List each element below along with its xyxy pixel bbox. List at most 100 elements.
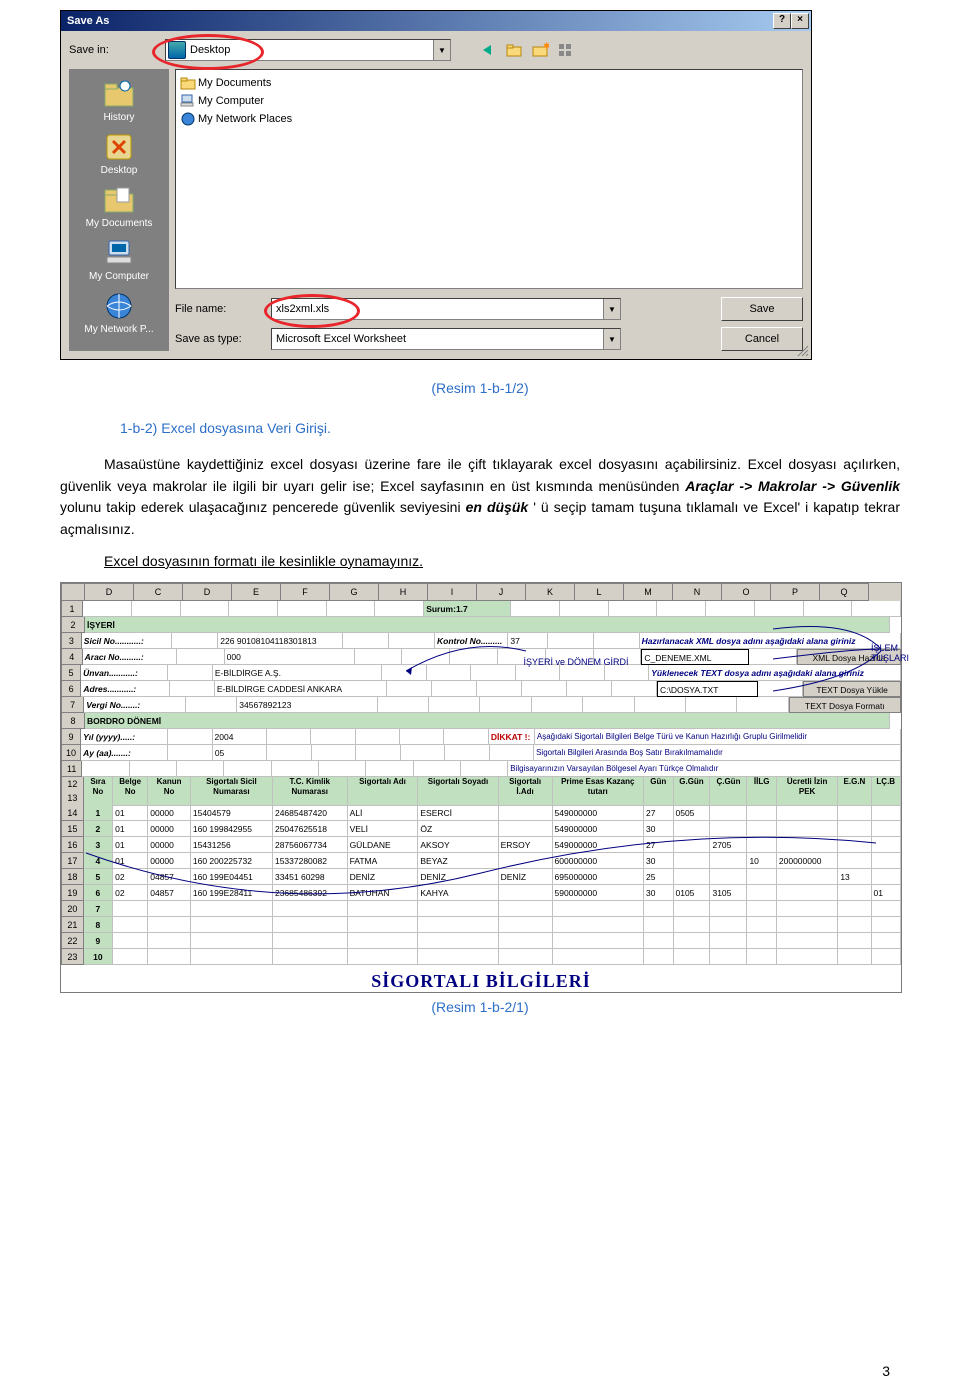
file-mydocs-label: My Documents — [198, 77, 271, 89]
col-header: D — [183, 583, 232, 601]
col-header: P — [771, 583, 820, 601]
col-header: C — [134, 583, 183, 601]
places-network-label: My Network P... — [84, 324, 153, 335]
col-header: I — [428, 583, 477, 601]
views-icon[interactable] — [557, 41, 575, 59]
col-header: L — [575, 583, 624, 601]
file-network[interactable]: My Network Places — [180, 110, 798, 128]
table-row: 4Aracı No.........:000C_DENEME.XMLXML Do… — [61, 649, 901, 665]
desktop-pad-icon — [103, 131, 135, 163]
table-row: 1Surum:1.7 — [61, 601, 901, 617]
table-row: 6Adres...........:E-BİLDİRGE CADDESİ ANK… — [61, 681, 901, 697]
col-header: H — [379, 583, 428, 601]
paragraph-1: Masaüstüne kaydettiğiniz excel dosyası ü… — [60, 454, 900, 541]
excel-footer-label: SİGORTALI BİLGİLERİ — [61, 971, 901, 992]
table-header-row: 1213Sıra NoBelge NoKanun NoSigortalı Sic… — [61, 777, 901, 805]
chevron-down-icon[interactable]: ▼ — [603, 299, 620, 319]
table-row: 5Ünvan...........:E-BİLDİRGE A.Ş.Yüklene… — [61, 665, 901, 681]
col-header: F — [281, 583, 330, 601]
titlebar: Save As ? × — [61, 11, 811, 31]
excel-col-headers: DCDEFGHIJKLMNOPQ — [61, 583, 901, 601]
file-network-label: My Network Places — [198, 113, 292, 125]
col-header: Q — [820, 583, 869, 601]
places-mydocs-label: My Documents — [86, 218, 153, 229]
col-header: N — [673, 583, 722, 601]
back-icon[interactable] — [479, 41, 497, 59]
paragraph-2: Excel dosyasının formatı ile kesinlikle … — [60, 551, 900, 573]
table-row: 7Vergi No.......:34567892123TEXT Dosya F… — [61, 697, 901, 713]
col-header: G — [330, 583, 379, 601]
figure-caption-2: (Resim 1-b-2/1) — [60, 999, 900, 1015]
save-in-value: Desktop — [190, 44, 230, 56]
file-name-value: xls2xml.xls — [276, 303, 329, 315]
col-header: E — [232, 583, 281, 601]
places-desktop[interactable]: Desktop — [69, 128, 169, 179]
page-number: 3 — [882, 1363, 890, 1379]
chevron-down-icon[interactable]: ▼ — [433, 40, 450, 60]
help-button[interactable]: ? — [773, 13, 791, 29]
col-header: O — [722, 583, 771, 601]
col-header: D — [85, 583, 134, 601]
col-header: K — [526, 583, 575, 601]
col-header — [61, 583, 85, 601]
places-desktop-label: Desktop — [101, 165, 138, 176]
save-in-label: Save in: — [69, 44, 157, 56]
excel-screenshot: DCDEFGHIJKLMNOPQ 1Surum:1.72İŞYERİ3Sicil… — [60, 582, 902, 993]
desktop-icon — [168, 41, 186, 59]
table-row: 9Yıl (yyyy).....:2004DİKKAT !:Aşağıdaki … — [61, 729, 901, 745]
file-name-input[interactable]: xls2xml.xls ▼ — [271, 298, 621, 320]
table-row: 2310 — [61, 949, 901, 965]
table-row: 1850204857160 199E0445133451 60298DENİZD… — [61, 869, 901, 885]
col-header: J — [477, 583, 526, 601]
network-small-icon — [180, 112, 196, 126]
places-mycomputer-label: My Computer — [89, 271, 149, 282]
save-type-combo[interactable]: Microsoft Excel Worksheet ▼ — [271, 328, 621, 350]
table-row: 11Bilgisayarınızın Varsayılan Bölgesel A… — [61, 761, 901, 777]
file-name-label: File name: — [175, 303, 263, 315]
computer-icon — [103, 237, 135, 269]
file-mydocs[interactable]: My Documents — [180, 74, 798, 92]
places-history[interactable]: History — [69, 75, 169, 126]
table-row: 1520100000160 19984295525047625518VELİÖZ… — [61, 821, 901, 837]
places-bar: History Desktop My Documents My Computer — [69, 69, 169, 351]
folder-history-icon — [103, 78, 135, 110]
table-row: 229 — [61, 933, 901, 949]
table-row: 8BORDRO DÖNEMİ — [61, 713, 901, 729]
table-row: 16301000001543125628756067734GÜLDANEAKSO… — [61, 837, 901, 853]
chevron-down-icon[interactable]: ▼ — [603, 329, 620, 349]
dialog-toolbar: ✱ — [479, 41, 575, 59]
new-folder-icon[interactable]: ✱ — [531, 41, 549, 59]
save-type-value: Microsoft Excel Worksheet — [276, 333, 406, 345]
annotation-isyeri: İŞYERİ ve DÖNEM GİRDİ — [521, 657, 631, 667]
table-row: 2İŞYERİ — [61, 617, 901, 633]
up-folder-icon[interactable] — [505, 41, 523, 59]
places-mydocs[interactable]: My Documents — [69, 181, 169, 232]
places-network[interactable]: My Network P... — [69, 287, 169, 338]
resize-grip-icon[interactable] — [796, 344, 810, 358]
table-row: 3Sicil No...........:226 901081041183018… — [61, 633, 901, 649]
file-list[interactable]: My Documents My Computer My Network Plac… — [175, 69, 803, 289]
save-in-combo[interactable]: Desktop ▼ — [165, 39, 451, 61]
places-history-label: History — [103, 112, 134, 123]
file-mycomputer-label: My Computer — [198, 95, 264, 107]
folder-docs-icon — [103, 184, 135, 216]
table-row: 1740100000160 20022573215337280082FATMAB… — [61, 853, 901, 869]
figure-caption-1: (Resim 1-b-1/2) — [60, 380, 900, 396]
dialog-title: Save As — [63, 15, 109, 27]
save-as-dialog: Save As ? × Save in: Desktop ▼ ✱ — [60, 10, 812, 360]
table-row: 14101000001540457924685487420ALİESERCİ54… — [61, 805, 901, 821]
table-row: 218 — [61, 917, 901, 933]
svg-text:✱: ✱ — [543, 41, 549, 51]
col-header: M — [624, 583, 673, 601]
table-row: 10Ay (aa).......:05Sigortalı Bilgileri A… — [61, 745, 901, 761]
save-button[interactable]: Save — [721, 297, 803, 321]
network-icon — [103, 290, 135, 322]
close-button[interactable]: × — [791, 13, 809, 29]
file-mycomputer[interactable]: My Computer — [180, 92, 798, 110]
table-row: 1960204857160 199E2841123685486392BATUHA… — [61, 885, 901, 901]
computer-small-icon — [180, 94, 196, 108]
cancel-button[interactable]: Cancel — [721, 327, 803, 351]
table-row: 207 — [61, 901, 901, 917]
places-mycomputer[interactable]: My Computer — [69, 234, 169, 285]
folder-icon — [180, 76, 196, 90]
